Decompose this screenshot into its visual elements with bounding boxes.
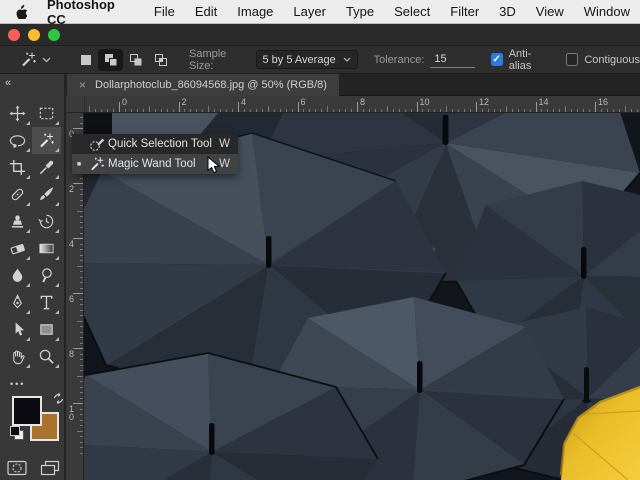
tool-clone-stamp[interactable] xyxy=(3,208,32,235)
tool-eyedropper[interactable] xyxy=(32,154,61,181)
document-tab[interactable]: × Dollarphotoclub_86094568.jpg @ 50% (RG… xyxy=(67,74,339,96)
close-tab-icon[interactable]: × xyxy=(79,78,86,92)
tool-brush[interactable] xyxy=(32,181,61,208)
menu-app-name[interactable]: Photoshop CC xyxy=(37,0,144,27)
apple-menu[interactable] xyxy=(0,4,37,19)
select-chevron-icon xyxy=(343,57,351,62)
options-bar: Sample Size: 5 by 5 Average Tolerance: 1… xyxy=(0,46,640,74)
menu-file[interactable]: File xyxy=(144,4,185,19)
add-to-selection-button[interactable] xyxy=(98,48,123,71)
tool-path-selection[interactable] xyxy=(3,316,32,343)
document-tab-title: Dollarphotoclub_86094568.jpg @ 50% (RGB/… xyxy=(95,79,327,91)
anti-alias-label: Anti-alias xyxy=(508,47,532,72)
tool-hand[interactable] xyxy=(3,343,32,370)
tool-rectangle-shape[interactable] xyxy=(32,316,61,343)
menu-edit[interactable]: Edit xyxy=(185,4,227,19)
tolerance-label: Tolerance: xyxy=(373,53,425,66)
document-tab-bar: × Dollarphotoclub_86094568.jpg @ 50% (RG… xyxy=(66,74,640,96)
sample-size-value: 5 by 5 Average xyxy=(262,53,336,66)
contiguous-checkbox[interactable] xyxy=(566,53,579,66)
menu-select[interactable]: Select xyxy=(384,4,440,19)
tolerance-input[interactable]: 15 xyxy=(430,51,475,68)
tool-spot-healing-brush[interactable] xyxy=(3,181,32,208)
menu-image[interactable]: Image xyxy=(227,4,283,19)
color-swatches xyxy=(10,393,64,448)
anti-alias-checkbox[interactable]: ✓ xyxy=(490,53,503,66)
sample-size-select[interactable]: 5 by 5 Average xyxy=(255,50,358,69)
window-title-bar xyxy=(0,24,640,46)
menu-3d[interactable]: 3D xyxy=(489,4,526,19)
swap-colors-icon[interactable] xyxy=(53,393,64,404)
minimize-window-button[interactable] xyxy=(28,29,40,41)
quick-selection-tool-icon xyxy=(86,136,108,152)
tool-gradient[interactable] xyxy=(32,235,61,262)
photoshop-window: Photoshop CC File Edit Image Layer Type … xyxy=(0,0,640,480)
tools-panel: « ••• xyxy=(0,74,66,480)
edit-toolbar-button[interactable]: ••• xyxy=(10,379,25,389)
sample-size-label: Sample Size: xyxy=(189,47,227,72)
flyout-shortcut: W xyxy=(219,158,230,170)
flyout-label: Quick Selection Tool xyxy=(108,138,212,150)
intersect-selection-button[interactable] xyxy=(148,49,173,71)
mouse-cursor xyxy=(207,156,220,174)
ruler-corner xyxy=(66,96,85,112)
menu-window[interactable]: Window xyxy=(574,4,640,19)
tool-zoom[interactable] xyxy=(32,343,61,370)
foreground-color-swatch[interactable] xyxy=(12,396,42,426)
menu-view[interactable]: View xyxy=(526,4,574,19)
magic-wand-tool-icon xyxy=(86,156,108,172)
menu-filter[interactable]: Filter xyxy=(440,4,489,19)
new-selection-button[interactable] xyxy=(73,49,98,71)
screen-mode-button[interactable] xyxy=(40,460,60,476)
tool-blur[interactable] xyxy=(3,262,32,289)
horizontal-ruler: 0 2 4 6 8 10 12 14 16 xyxy=(66,96,640,113)
tool-history-brush[interactable] xyxy=(32,208,61,235)
flyout-shortcut: W xyxy=(219,138,230,150)
flyout-label: Magic Wand Tool xyxy=(108,158,196,170)
menu-type[interactable]: Type xyxy=(336,4,384,19)
tool-pen[interactable] xyxy=(3,289,32,316)
menu-bar: Photoshop CC File Edit Image Layer Type … xyxy=(0,0,640,27)
default-colors-icon[interactable] xyxy=(10,426,24,440)
tool-type[interactable] xyxy=(32,289,61,316)
tool-crop[interactable] xyxy=(3,154,32,181)
zoom-window-button[interactable] xyxy=(48,29,60,41)
tool-dodge[interactable] xyxy=(32,262,61,289)
collapse-tools-button[interactable]: « xyxy=(5,77,11,89)
tool-magic-wand[interactable] xyxy=(32,127,61,154)
tool-preset-chevron-icon[interactable] xyxy=(42,57,51,63)
menu-layer[interactable]: Layer xyxy=(283,4,336,19)
tool-move[interactable] xyxy=(3,100,32,127)
tool-rectangular-marquee[interactable] xyxy=(32,100,61,127)
magic-wand-icon[interactable] xyxy=(20,51,37,68)
close-window-button[interactable] xyxy=(8,29,20,41)
flyout-bullet: ■ xyxy=(76,160,82,168)
flyout-item-quick-selection-tool[interactable]: Quick Selection Tool W xyxy=(72,134,238,154)
subtract-from-selection-button[interactable] xyxy=(123,49,148,71)
tool-lasso[interactable] xyxy=(3,127,32,154)
contiguous-label: Contiguous xyxy=(584,53,640,66)
quick-mask-button[interactable] xyxy=(6,460,27,476)
tool-eraser[interactable] xyxy=(3,235,32,262)
